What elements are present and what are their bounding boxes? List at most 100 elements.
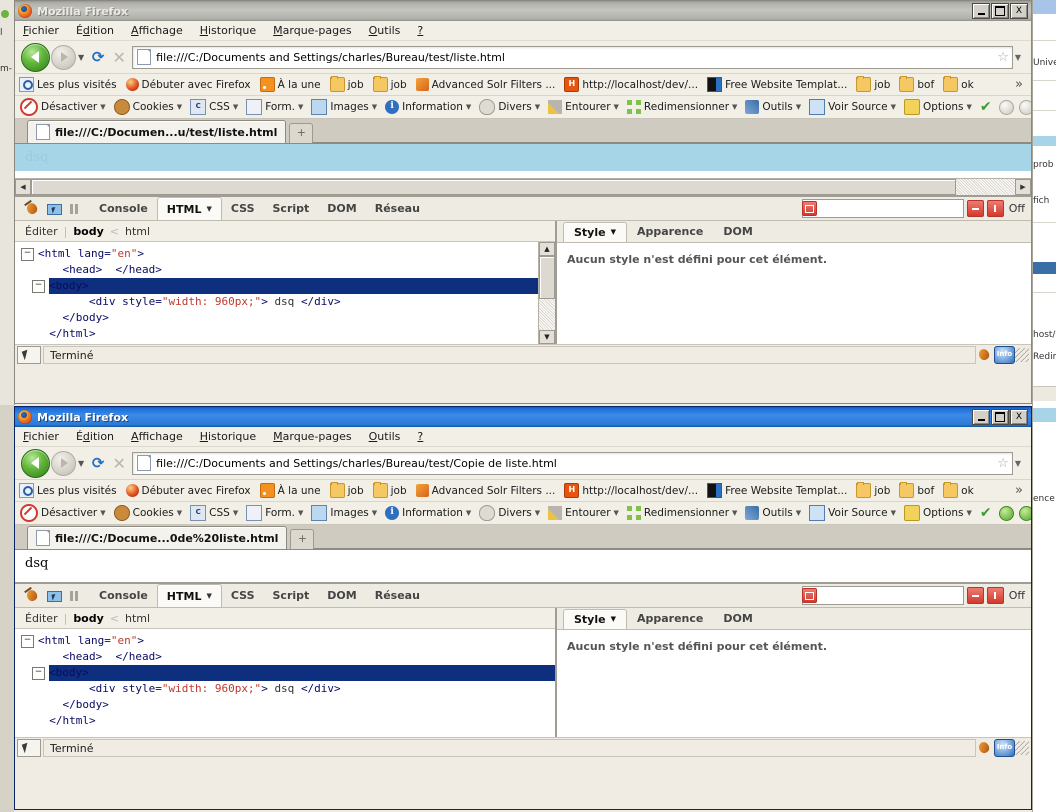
bookmark-ok[interactable]: ok xyxy=(943,482,974,498)
window2-menubar[interactable]: Fichier Édition Affichage Historique Mar… xyxy=(15,427,1031,447)
breadcrumb-parent[interactable]: html xyxy=(125,225,150,238)
reload-icon[interactable]: ⟳ xyxy=(88,454,108,472)
scroll-up-button[interactable]: ▲ xyxy=(539,242,555,256)
code-line[interactable]: − <html lang= "en" > xyxy=(21,633,555,649)
window1-tabstrip[interactable]: file:///C:/Documen...u/test/liste.html + xyxy=(15,119,1031,144)
url-text[interactable]: file:///C:/Documents and Settings/charle… xyxy=(156,457,994,470)
firebug-detach-button[interactable] xyxy=(801,588,817,603)
firebug-detach-button[interactable] xyxy=(801,201,817,216)
firebug-toolbar-right[interactable]: ⌕ Off xyxy=(801,199,1031,218)
code-line[interactable]: </html> xyxy=(21,326,538,342)
info-icon[interactable]: Info xyxy=(994,739,1015,757)
status-orb-icon-1[interactable] xyxy=(998,505,1014,521)
maximize-button[interactable] xyxy=(991,409,1009,425)
firebug-edit-button[interactable]: Éditer xyxy=(25,225,58,238)
bookmark-free-website-templates[interactable]: Free Website Templat... xyxy=(707,483,847,498)
firebug-html-tree[interactable]: − <html lang= "en" > <head> </head> − <body>… xyxy=(15,629,555,737)
code-line[interactable]: </html> xyxy=(21,713,555,729)
back-button[interactable] xyxy=(21,448,50,478)
firebug-bug-icon[interactable] xyxy=(23,201,41,217)
scroll-right-button[interactable]: ▶ xyxy=(1015,179,1031,195)
webdev-css[interactable]: C CSS ▼ xyxy=(190,505,238,521)
bookmark-job-1[interactable]: job xyxy=(329,482,364,498)
chevron-down-icon[interactable]: ▼ xyxy=(611,610,616,629)
bookmark-free-website-templates[interactable]: Free Website Templat... xyxy=(707,77,847,92)
window2-tabstrip[interactable]: file:///C:/Docume...0de%20liste.html + xyxy=(15,525,1031,550)
code-line[interactable]: </body> xyxy=(21,697,555,713)
bookmark-bof[interactable]: bof xyxy=(899,76,934,92)
firebug-vertical-scrollbar[interactable]: ▲ ▼ xyxy=(538,242,555,344)
menu-marque-pages[interactable]: Marque-pages xyxy=(273,24,351,37)
firebug-bug-icon[interactable] xyxy=(23,588,41,604)
breadcrumb-current[interactable]: body xyxy=(73,225,103,238)
breadcrumb-current[interactable]: body xyxy=(73,612,103,625)
firefox-window-2[interactable]: Mozilla Firefox X Fichier Édition Affich… xyxy=(14,406,1032,810)
firebug-tab-html[interactable]: HTML ▼ xyxy=(156,197,222,220)
webdev-css[interactable]: C CSS ▼ xyxy=(190,99,238,115)
firebug-html-tree[interactable]: − <html lang= "en" > <head> </head> − <body>… xyxy=(15,242,555,344)
firebug-code[interactable]: − <html lang= "en" > <head> </head> − <body>… xyxy=(15,242,538,344)
forward-button[interactable] xyxy=(51,450,76,476)
bookmark-debuter-avec-firefox[interactable]: Débuter avec Firefox xyxy=(125,484,251,497)
bookmark-a-la-une[interactable]: À la une xyxy=(259,77,321,92)
validation-check-icon[interactable]: ✔ xyxy=(980,99,992,115)
firebug-breadcrumb[interactable]: Éditer | body < html xyxy=(15,221,555,242)
window1-firebug-panel[interactable]: Console HTML ▼ CSS Script DOM Réseau ⌕ Of… xyxy=(15,195,1031,344)
webdev-divers[interactable]: Divers ▼ xyxy=(479,99,540,115)
breadcrumb-parent[interactable]: html xyxy=(125,612,150,625)
window1-titlebar[interactable]: Mozilla Firefox X xyxy=(15,1,1031,21)
bookmark-bof[interactable]: bof xyxy=(899,482,934,498)
firebug-html-pane[interactable]: Éditer | body < html − <html lang= "en" > <… xyxy=(15,221,557,344)
bookmark-ok[interactable]: ok xyxy=(943,76,974,92)
window1-webdeveloper-toolbar[interactable]: Désactiver ▼ Cookies ▼ C CSS ▼ Form. ▼ Images… xyxy=(15,96,1031,119)
status-orb-icon-2[interactable] xyxy=(1018,99,1031,115)
menu-edition[interactable]: Édition xyxy=(76,430,114,443)
validation-check-icon[interactable]: ✔ xyxy=(980,505,992,521)
firebug-side-pane[interactable]: Style ▼ Apparence DOM Aucun style n'est d… xyxy=(557,221,1031,344)
webdev-images[interactable]: Images ▼ xyxy=(311,99,377,115)
twisty-icon[interactable]: − xyxy=(21,247,34,261)
pause-icon[interactable] xyxy=(66,203,82,214)
twisty-icon[interactable]: − xyxy=(21,634,34,648)
chevron-down-icon[interactable]: ▼ xyxy=(206,586,211,607)
window1-bookmarks-bar[interactable]: Les plus visités Débuter avec Firefox À … xyxy=(15,74,1031,96)
scroll-thumb[interactable] xyxy=(539,256,555,299)
firebug-tabbar[interactable]: Console HTML ▼ CSS Script DOM Réseau ⌕ Of… xyxy=(15,197,1031,221)
back-button[interactable] xyxy=(21,42,50,72)
firebug-breadcrumb[interactable]: Éditer | body < html xyxy=(15,608,555,629)
bookmark-les-plus-visites[interactable]: Les plus visités xyxy=(19,77,117,92)
menu-affichage[interactable]: Affichage xyxy=(131,24,183,37)
bookmark-debuter-avec-firefox[interactable]: Débuter avec Firefox xyxy=(125,78,251,91)
info-icon[interactable]: Info xyxy=(994,346,1015,364)
window2-navigation-toolbar[interactable]: ▼ ⟳ ✕ file:///C:/Documents and Settings/… xyxy=(15,447,1031,480)
firebug-tab-script[interactable]: Script xyxy=(264,584,319,607)
window1-navigation-toolbar[interactable]: ▼ ⟳ ✕ file:///C:/Documents and Settings/… xyxy=(15,41,1031,74)
inspect-element-icon[interactable] xyxy=(45,201,63,217)
chevron-down-icon[interactable]: ▼ xyxy=(1015,53,1021,62)
status-orb-icon-1[interactable] xyxy=(998,99,1014,115)
status-orb-icon-2[interactable] xyxy=(1018,505,1031,521)
firebug-tab-dom[interactable]: DOM xyxy=(318,584,365,607)
firebug-tab-console[interactable]: Console xyxy=(90,197,157,220)
code-line[interactable]: <head> </head> xyxy=(21,262,538,278)
code-line[interactable]: <div style= "width: 960px;" > dsq </div> xyxy=(21,294,538,310)
window1-menubar[interactable]: FFichierichier Édition Affichage Histori… xyxy=(15,21,1031,41)
firebug-tab-script[interactable]: Script xyxy=(264,197,319,220)
bookmark-job-3[interactable]: job xyxy=(856,76,890,92)
menu-edition[interactable]: Édition xyxy=(76,24,114,37)
window2-page-content[interactable]: dsq xyxy=(15,550,1031,582)
new-tab-button[interactable]: + xyxy=(289,123,314,143)
chevron-down-icon[interactable]: ▼ xyxy=(78,53,84,62)
firebug-status-icon[interactable] xyxy=(976,740,994,756)
menu-outils[interactable]: Outils xyxy=(369,430,401,443)
code-line-selected[interactable]: − <body> xyxy=(21,278,538,294)
reload-icon[interactable]: ⟳ xyxy=(88,48,108,66)
inspect-cursor-icon[interactable] xyxy=(17,346,41,364)
firebug-tab-css[interactable]: CSS xyxy=(222,197,264,220)
webdev-desactiver[interactable]: Désactiver ▼ xyxy=(20,504,106,522)
stop-icon[interactable]: ✕ xyxy=(108,454,130,473)
stop-icon[interactable]: ✕ xyxy=(108,48,130,67)
menu-outils[interactable]: Outils xyxy=(369,24,401,37)
webdev-redimensionner[interactable]: Redimensionner ▼ xyxy=(626,100,737,114)
firebug-search-input[interactable]: ⌕ xyxy=(801,586,964,605)
